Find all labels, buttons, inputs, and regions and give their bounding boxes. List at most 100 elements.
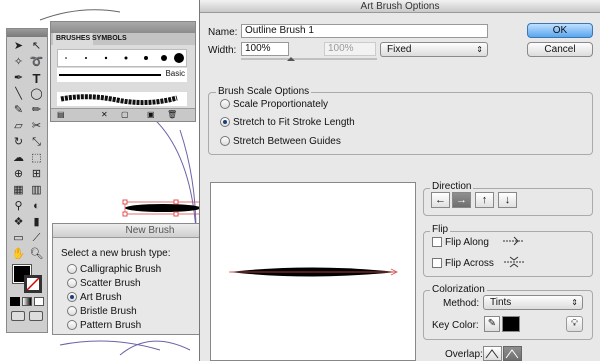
- delete-brush-icon[interactable]: 🗑︎: [167, 110, 177, 119]
- none-mode-icon[interactable]: [34, 297, 44, 306]
- hand-tool-icon[interactable]: ✋: [10, 247, 27, 262]
- overlap-label: Overlap:: [445, 349, 483, 360]
- brush-dot-presets[interactable]: [58, 50, 186, 66]
- column-graph-tool-icon[interactable]: ▮: [28, 215, 45, 230]
- flip-along-checkbox[interactable]: Flip Along: [432, 235, 489, 249]
- gradient-tool-icon[interactable]: ▥: [28, 183, 45, 198]
- scissors-tool-icon[interactable]: ✂: [28, 119, 45, 134]
- screen-mode-icon[interactable]: [29, 311, 43, 321]
- perspective-tool-icon[interactable]: ⊞: [28, 167, 45, 182]
- mesh-tool-icon[interactable]: ▦: [10, 183, 27, 198]
- charcoal-brush-row[interactable]: [57, 92, 187, 106]
- gradient-mode-icon[interactable]: [22, 297, 32, 306]
- brush-preview: [210, 182, 416, 361]
- eraser-tool-icon[interactable]: ▱: [10, 119, 27, 134]
- width-mode-select[interactable]: Fixed ⇕: [380, 42, 488, 57]
- brushes-panel-tabs: BRUSHES SYMBOLS: [51, 33, 195, 45]
- stroke-swatch[interactable]: [24, 275, 42, 293]
- overlap-no-adjust-button[interactable]: [503, 346, 522, 361]
- option-art-brush[interactable]: Art Brush: [67, 290, 122, 304]
- selection-tool-icon[interactable]: ➤: [10, 39, 27, 54]
- symbol-sprayer-tool-icon[interactable]: ❖: [10, 215, 27, 230]
- slice-tool-icon[interactable]: ⟋: [28, 231, 45, 246]
- radio-icon[interactable]: [67, 278, 77, 288]
- tab-brushes[interactable]: BRUSHES: [53, 33, 94, 45]
- direction-up-button[interactable]: ↑: [475, 192, 494, 208]
- free-transform-tool-icon[interactable]: ⬚: [28, 151, 45, 166]
- width-slider[interactable]: [241, 57, 377, 65]
- key-color-swatch[interactable]: [502, 316, 520, 332]
- brush-library-icon[interactable]: ▤: [57, 110, 65, 119]
- tools-panel-header[interactable]: [7, 29, 47, 37]
- tab-symbols[interactable]: SYMBOLS: [89, 33, 130, 45]
- width-variation-field: 100%: [324, 42, 376, 56]
- tips-icon[interactable]: 💡︎: [566, 316, 583, 332]
- direct-selection-tool-icon[interactable]: ↖: [28, 39, 45, 54]
- new-brush-title: New Brush: [53, 224, 199, 238]
- option-scatter-brush[interactable]: Scatter Brush: [67, 276, 141, 290]
- options-icon[interactable]: ▢: [121, 110, 129, 119]
- shape-builder-tool-icon[interactable]: ⊕: [10, 167, 27, 182]
- option-scale-proportionately[interactable]: Scale Proportionately: [220, 97, 328, 111]
- paintbrush-tool-icon[interactable]: ✎: [10, 103, 27, 118]
- checkbox-icon[interactable]: [432, 237, 442, 247]
- rotate-tool-icon[interactable]: ↻: [10, 135, 27, 150]
- width-label: Width:: [208, 45, 237, 56]
- type-tool-icon[interactable]: T: [28, 71, 45, 86]
- option-bristle-brush[interactable]: Bristle Brush: [67, 304, 137, 318]
- line-tool-icon[interactable]: ╲: [10, 87, 27, 102]
- width-field[interactable]: 100%: [241, 42, 289, 56]
- radio-icon[interactable]: [67, 320, 77, 330]
- draw-mode-icon[interactable]: [11, 311, 25, 321]
- option-label: Art Brush: [80, 291, 122, 303]
- lasso-tool-icon[interactable]: ➰: [28, 55, 45, 70]
- option-stretch-between-guides[interactable]: Stretch Between Guides: [220, 134, 341, 148]
- scale-tool-icon[interactable]: ⤡: [28, 135, 45, 150]
- option-label: Pattern Brush: [80, 319, 142, 331]
- basic-brush-row[interactable]: Basic: [57, 68, 187, 82]
- overlap-no-adjust-icon: [505, 349, 519, 359]
- remove-stroke-icon[interactable]: ✕: [101, 110, 108, 119]
- direction-left-button[interactable]: ←: [431, 192, 450, 208]
- option-label: Stretch Between Guides: [233, 135, 341, 147]
- colorization-title: Colorization: [430, 284, 487, 295]
- eyedropper-icon[interactable]: ✎: [484, 316, 500, 332]
- pencil-tool-icon[interactable]: ✏: [28, 103, 45, 118]
- pen-tool-icon[interactable]: ✒: [10, 71, 27, 86]
- option-stretch-to-fit[interactable]: Stretch to Fit Stroke Length: [220, 115, 355, 129]
- option-label: Stretch to Fit Stroke Length: [233, 116, 355, 128]
- overlap-adjust-button[interactable]: [483, 346, 502, 361]
- radio-selected-icon[interactable]: [67, 292, 77, 302]
- stage: ➤ ↖ ✧ ➰ ✒ T ╲ ◯ ✎ ✏ ▱ ✂ ↻ ⤡ ☁ ⬚ ⊕ ⊞ ▦ ▥ …: [0, 0, 600, 361]
- checkbox-icon[interactable]: [432, 258, 442, 268]
- option-pattern-brush[interactable]: Pattern Brush: [67, 318, 141, 332]
- eyedropper-tool-icon[interactable]: ⚲: [10, 199, 27, 214]
- brushes-panel-header[interactable]: [51, 22, 195, 33]
- width-mode-value: Fixed: [387, 44, 412, 55]
- key-color-label: Key Color:: [432, 320, 479, 331]
- new-brush-icon[interactable]: ▣: [147, 110, 155, 119]
- option-calligraphic-brush[interactable]: Calligraphic Brush: [67, 262, 161, 276]
- blend-tool-icon[interactable]: ◐: [28, 199, 45, 214]
- artboard-tool-icon[interactable]: ▭: [10, 231, 27, 246]
- direction-right-button[interactable]: →: [452, 192, 471, 208]
- ellipse-tool-icon[interactable]: ◯: [28, 87, 45, 102]
- magic-wand-tool-icon[interactable]: ✧: [10, 55, 27, 70]
- color-mode-icon[interactable]: [10, 297, 20, 306]
- name-field[interactable]: Outline Brush 1: [241, 24, 488, 38]
- radio-icon[interactable]: [67, 264, 77, 274]
- ok-button[interactable]: OK: [527, 23, 593, 38]
- radio-icon[interactable]: [220, 136, 230, 146]
- cancel-button[interactable]: Cancel: [527, 42, 593, 57]
- radio-icon[interactable]: [220, 99, 230, 109]
- brushes-panel: BRUSHES SYMBOLS Basic ▤ ✕ ▢ ▣ 🗑︎: [50, 21, 196, 122]
- flip-across-checkbox[interactable]: Flip Across: [432, 256, 494, 270]
- direction-down-button[interactable]: ↓: [498, 192, 517, 208]
- warp-tool-icon[interactable]: ☁: [10, 151, 27, 166]
- radio-selected-icon[interactable]: [220, 117, 230, 127]
- method-select[interactable]: Tints ⇕: [483, 295, 583, 310]
- radio-icon[interactable]: [67, 306, 77, 316]
- direction-title: Direction: [430, 181, 474, 192]
- method-label: Method:: [443, 298, 480, 309]
- zoom-tool-icon[interactable]: 🔍︎: [28, 247, 45, 262]
